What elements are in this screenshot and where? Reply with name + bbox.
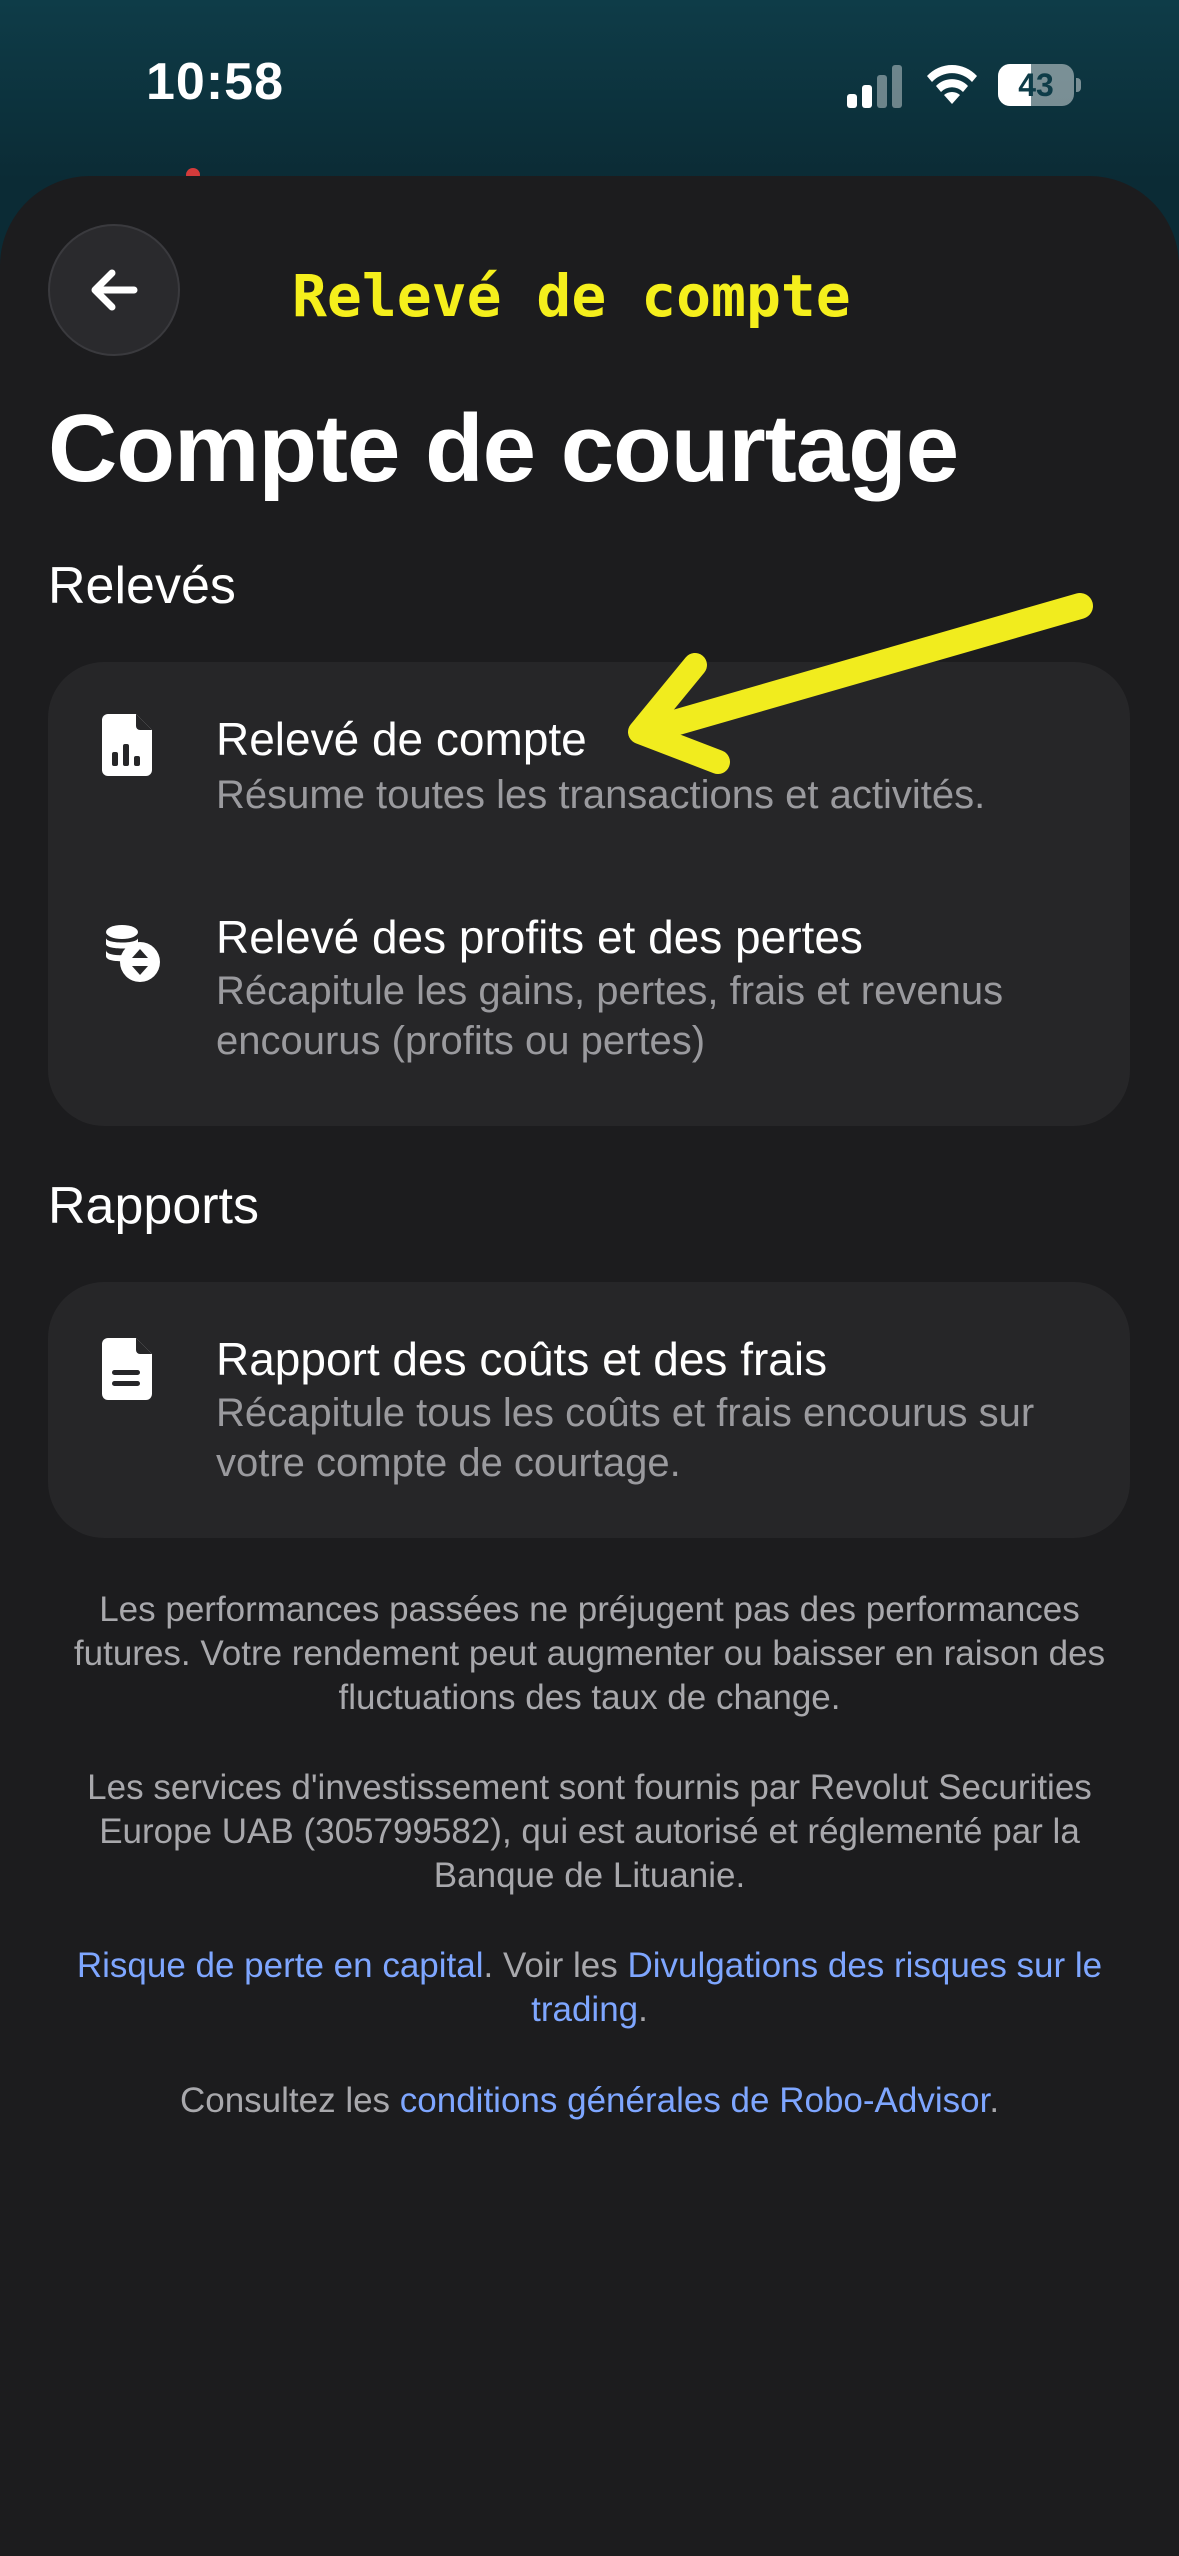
capital-risk-link[interactable]: Risque de perte en capital	[77, 1946, 484, 1985]
performance-disclaimer: Les performances passées ne préjugent pa…	[73, 1590, 1106, 1717]
statements-heading: Relevés	[48, 557, 236, 615]
statement-title: Relevé de compte	[216, 713, 587, 765]
annotation-title: Relevé de compte	[292, 262, 851, 330]
wifi-icon	[927, 65, 977, 104]
robo-advisor-terms-link[interactable]: conditions générales de Robo-Advisor	[400, 2081, 990, 2120]
report-row-costs-fees[interactable]: Rapport des coûts et des frais Récapitul…	[48, 1282, 1130, 1538]
terms-prefix-text: Consultez les	[179, 2081, 400, 2120]
status-bar: 10:58 43	[0, 0, 1179, 176]
reports-card: Rapport des coûts et des frais Récapitul…	[48, 1282, 1130, 1538]
brokerage-sheet: Relevé de compte Compte de courtage Rele…	[0, 176, 1179, 2556]
terms-disclaimer: Consultez les conditions générales de Ro…	[40, 2079, 1139, 2123]
battery-percent: 43	[1018, 67, 1054, 103]
statement-row-profit-loss[interactable]: Relevé des profits et des pertes Récapit…	[48, 862, 1130, 1126]
risk-disclaimer: Risque de perte en capital. Voir les Div…	[40, 1944, 1139, 2032]
statement-title: Relevé des profits et des pertes	[216, 911, 863, 963]
arrow-left-icon	[91, 269, 138, 311]
battery-indicator: 43	[998, 64, 1081, 106]
battery-cap	[1076, 78, 1081, 92]
cellular-signal-icon	[847, 65, 902, 108]
report-title: Rapport des coûts et des frais	[216, 1333, 828, 1385]
page-title: Compte de courtage	[48, 395, 959, 502]
coins-arrows-icon	[98, 920, 162, 984]
statements-card: Relevé de compte Résume toutes les trans…	[48, 662, 1130, 1126]
terms-end-text: .	[989, 2081, 1000, 2120]
status-time: 10:58	[146, 53, 284, 111]
statement-row-account[interactable]: Relevé de compte Résume toutes les trans…	[48, 662, 1130, 862]
risk-end-text: .	[638, 1990, 648, 2029]
report-description: Récapitule tous les coûts et frais encou…	[216, 1391, 1035, 1485]
reports-heading: Rapports	[48, 1177, 259, 1235]
back-button[interactable]	[48, 224, 180, 356]
statement-description: Résume toutes les transactions et activi…	[216, 773, 986, 817]
document-chart-icon	[98, 712, 162, 776]
battery-body: 43	[998, 64, 1074, 106]
services-disclaimer: Les services d'investissement sont fourn…	[87, 1768, 1092, 1895]
risk-middle-text: . Voir les	[483, 1946, 628, 1985]
document-lines-icon	[98, 1336, 162, 1400]
statement-description: Récapitule les gains, pertes, frais et r…	[216, 969, 1004, 1063]
